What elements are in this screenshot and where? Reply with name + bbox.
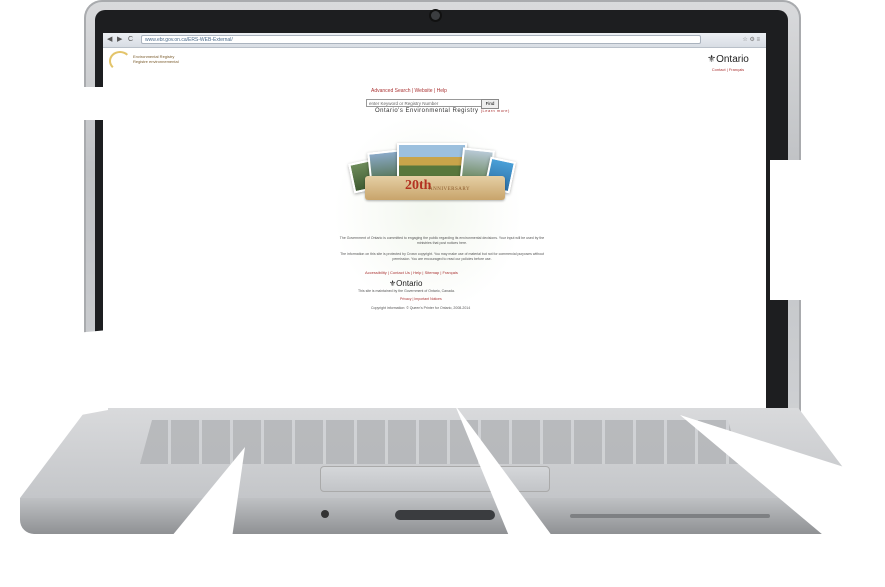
front-light-strip	[570, 514, 770, 518]
audio-port-icon	[321, 510, 329, 518]
logo-line-2: Registre environnemental	[133, 59, 179, 64]
banner-word: ANNIVERSARY	[429, 187, 471, 192]
keyboard	[140, 420, 740, 464]
ontario-wordmark: Ontario	[716, 54, 749, 65]
registry-title: Ontario's Environmental Registry (Learn …	[375, 108, 510, 114]
registry-title-text: Ontario's Environmental Registry	[375, 108, 479, 114]
copyright-text: Copyright information: © Queen's Printer…	[371, 306, 471, 310]
browser-menu-icons[interactable]: ☆ ⚙ ≡	[742, 36, 760, 43]
footer-note: This site is maintained by the Governmen…	[358, 289, 455, 293]
banner-number: 20th	[405, 178, 432, 193]
environmental-registry-logo[interactable]: Environmental Registry Registre environn…	[109, 51, 199, 71]
search-input[interactable]: enter Keyword or Registry Number	[366, 99, 486, 107]
intro-paragraph: The Government of Ontario is committed t…	[339, 236, 545, 245]
browser-toolbar: ◀ ▶ C www.ebr.gov.on.ca/ERS-WEB-External…	[103, 33, 766, 48]
trackpad	[320, 466, 550, 492]
footer-ontario-wordmark: Ontario	[396, 279, 423, 288]
reload-icon[interactable]: C	[128, 36, 133, 44]
copyright-paragraph: The information on this site is protecte…	[340, 252, 544, 261]
trillium-icon: ⚜	[707, 54, 717, 65]
forward-icon[interactable]: ▶	[117, 36, 122, 44]
top-nav-links[interactable]: Advanced Search | Website | Help	[371, 88, 447, 94]
browser-screen: ◀ ▶ C www.ebr.gov.on.ca/ERS-WEB-External…	[103, 33, 766, 410]
ontario-logo-footer[interactable]: ⚜Ontario	[389, 279, 422, 288]
ontario-logo-top[interactable]: ⚜Ontario Contact | Français	[698, 49, 758, 77]
footer-links[interactable]: Accessibility | Contact Us | Help | Site…	[365, 270, 458, 275]
webcam-icon	[431, 11, 440, 20]
disc-slot	[395, 510, 495, 520]
privacy-links[interactable]: Privacy | Important Notices	[400, 297, 442, 301]
top-right-links[interactable]: Contact | Français	[698, 67, 758, 72]
registry-arc-icon	[109, 51, 131, 71]
anniversary-banner: 20th ANNIVERSARY	[365, 176, 505, 200]
laptop-illustration: ◀ ▶ C www.ebr.gov.on.ca/ERS-WEB-External…	[0, 0, 885, 587]
address-bar[interactable]: www.ebr.gov.on.ca/ERS-WEB-External/	[141, 35, 701, 44]
back-icon[interactable]: ◀	[107, 36, 112, 44]
learn-more-link[interactable]: (Learn more)	[481, 108, 510, 113]
laptop-base	[0, 408, 885, 587]
